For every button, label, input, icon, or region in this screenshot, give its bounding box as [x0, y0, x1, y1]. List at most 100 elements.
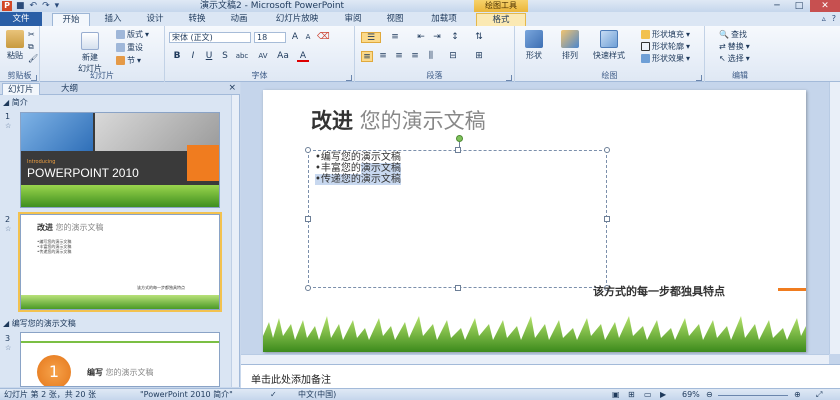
tab-animations[interactable]: 动画 [222, 13, 256, 26]
spelling-icon[interactable]: ✓ [270, 390, 277, 400]
replace-button[interactable]: ⇄ 替换 ▾ [719, 41, 750, 52]
resize-handle[interactable] [305, 285, 311, 291]
undo-icon[interactable]: ↶ [30, 1, 38, 11]
zoom-in-icon[interactable]: ⊕ [794, 390, 801, 400]
resize-handle[interactable] [455, 285, 461, 291]
resize-handle[interactable] [604, 216, 610, 222]
underline-button[interactable]: U [203, 51, 215, 62]
shrink-font-icon[interactable]: A [302, 32, 314, 43]
section-button[interactable]: 节 ▾ [116, 55, 141, 66]
tab-addins[interactable]: 加载项 [422, 13, 466, 26]
minimize-ribbon-icon[interactable]: ▵ [822, 14, 826, 23]
notes-placeholder[interactable]: 单击此处添加备注 [251, 371, 331, 386]
bold-button[interactable]: B [171, 51, 183, 62]
decrease-indent-icon[interactable]: ⇤ [415, 32, 427, 43]
bullet-line-1[interactable]: •编写您的演示文稿 [315, 152, 401, 163]
slideshow-view-icon[interactable]: ▶ [660, 390, 666, 400]
slide-thumbnail-2[interactable]: 改进 您的演示文稿 •编写您的演示文稿 •丰富您的演示文稿 •传递您的演示文稿 … [18, 212, 222, 312]
char-spacing-button[interactable]: AV [255, 51, 271, 62]
normal-view-icon[interactable]: ▣ [612, 390, 620, 400]
tab-slides-pane[interactable]: 幻灯片 [2, 83, 40, 95]
redo-icon[interactable]: ↷ [42, 1, 50, 11]
slide-title[interactable]: 改进 您的演示文稿 [311, 105, 486, 135]
minimize-button[interactable]: ─ [766, 0, 788, 12]
notes-pane[interactable]: 单击此处添加备注 [241, 364, 840, 388]
tab-design[interactable]: 设计 [138, 13, 172, 26]
line-spacing-icon[interactable]: ↕ [449, 32, 461, 43]
justify-icon[interactable]: ≡ [409, 51, 421, 62]
tab-view[interactable]: 视图 [378, 13, 412, 26]
close-button[interactable]: ✕ [810, 0, 840, 12]
help-icon[interactable]: ? [832, 14, 836, 23]
font-size-select[interactable]: 18 [254, 32, 286, 43]
slide-thumbnail-3[interactable]: 1 编写 您的演示文稿 [20, 332, 220, 387]
bullet-list[interactable]: •编写您的演示文稿 •丰富您的演示文稿 •传递您的演示文稿 [315, 152, 401, 185]
section-header-intro[interactable]: ◢ 简介 [0, 97, 232, 108]
save-icon[interactable]: ■ [16, 1, 25, 11]
numbering-icon[interactable]: ≡ [389, 32, 401, 43]
copy-icon[interactable]: ⧉ [28, 42, 34, 52]
maximize-button[interactable]: □ [788, 0, 810, 12]
zoom-level[interactable]: 69% [682, 390, 700, 400]
strikethrough-button[interactable]: S [219, 51, 231, 62]
cut-icon[interactable]: ✂ [28, 30, 35, 39]
shadow-button[interactable]: abc [233, 51, 251, 62]
align-center-icon[interactable]: ≡ [377, 51, 389, 62]
powerpoint-app-icon[interactable]: P [2, 1, 12, 11]
resize-handle[interactable] [604, 147, 610, 153]
zoom-out-icon[interactable]: ⊖ [706, 390, 713, 400]
paragraph-launcher[interactable] [506, 75, 512, 81]
section-header-writing[interactable]: ◢ 编写您的演示文稿 [0, 318, 232, 329]
format-painter-icon[interactable]: 🖌 [28, 54, 38, 63]
shape-effects-button[interactable]: 形状效果 ▾ [641, 53, 690, 64]
quick-styles-button[interactable]: 快速样式 [593, 30, 625, 61]
slide-horizontal-scrollbar[interactable] [241, 354, 829, 364]
paste-button[interactable]: 粘贴 [6, 30, 24, 61]
italic-button[interactable]: I [187, 51, 199, 62]
smartart-icon[interactable]: ⊞ [473, 51, 485, 62]
zoom-slider[interactable] [718, 395, 788, 396]
font-name-select[interactable]: 宋体 (正文) [169, 32, 251, 43]
tab-review[interactable]: 审阅 [336, 13, 370, 26]
increase-indent-icon[interactable]: ⇥ [431, 32, 443, 43]
grow-font-icon[interactable]: A [289, 32, 301, 43]
bullet-line-2[interactable]: •丰富您的演示文稿 [315, 163, 401, 174]
bullet-line-3[interactable]: •传递您的演示文稿 [315, 174, 401, 185]
reading-view-icon[interactable]: ▭ [644, 390, 652, 400]
arrange-button[interactable]: 排列 [561, 30, 579, 61]
columns-icon[interactable]: ⫼ [425, 51, 437, 62]
shape-outline-button[interactable]: 形状轮廓 ▾ [641, 41, 690, 52]
tab-slideshow[interactable]: 幻灯片放映 [266, 13, 328, 26]
align-right-icon[interactable]: ≡ [393, 51, 405, 62]
slides-pane-scrollbar[interactable] [231, 95, 239, 387]
font-color-button[interactable]: A [297, 51, 309, 62]
text-direction-icon[interactable]: ⇅ [473, 32, 485, 43]
change-case-button[interactable]: Aa [275, 51, 291, 62]
close-pane-icon[interactable]: × [228, 83, 236, 93]
tab-file[interactable]: 文件 [0, 12, 42, 26]
customize-qat-icon[interactable]: ▾ [55, 1, 60, 11]
slide-vertical-scrollbar[interactable] [829, 82, 840, 354]
resize-handle[interactable] [305, 147, 311, 153]
find-button[interactable]: 🔍 查找 [719, 29, 747, 40]
rotation-handle[interactable] [456, 135, 463, 142]
font-launcher[interactable] [346, 75, 352, 81]
tab-transitions[interactable]: 转换 [180, 13, 214, 26]
theme-name[interactable]: "PowerPoint 2010 简介" [140, 390, 233, 400]
slide-sorter-icon[interactable]: ⊞ [628, 390, 635, 400]
reset-button[interactable]: 重设 [116, 42, 143, 53]
clear-format-icon[interactable]: ⌫ [317, 32, 330, 43]
resize-handle[interactable] [455, 147, 461, 153]
select-button[interactable]: ↖ 选择 ▾ [719, 53, 750, 64]
tab-outline-pane[interactable]: 大纲 [56, 83, 83, 95]
tab-insert[interactable]: 插入 [96, 13, 130, 26]
bullet-text-box[interactable]: •编写您的演示文稿 •丰富您的演示文稿 •传递您的演示文稿 [305, 135, 610, 291]
fit-window-icon[interactable]: ⤢ [816, 390, 822, 400]
resize-handle[interactable] [305, 216, 311, 222]
language-indicator[interactable]: 中文(中国) [298, 390, 336, 400]
slide-footer-text[interactable]: 该方式的每一步都独具特点 [593, 283, 725, 299]
clipboard-launcher[interactable] [31, 75, 37, 81]
drawing-launcher[interactable] [696, 75, 702, 81]
slide-thumbnail-1[interactable]: Introducing POWERPOINT 2010 [20, 112, 220, 208]
tab-format[interactable]: 格式 [476, 13, 526, 26]
